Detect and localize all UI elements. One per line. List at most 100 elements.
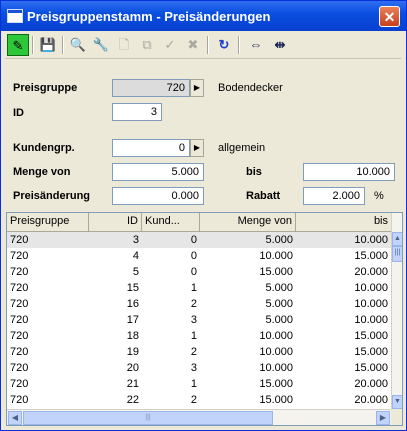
scroll-down-button[interactable]: ▼ [392, 395, 402, 409]
preisgruppe-label: Preisgruppe [13, 82, 78, 94]
cell-bis: 10.000 [354, 234, 388, 246]
title-bar[interactable]: Preisgruppenstamm - Preisänderungen ✕ [1, 1, 406, 31]
cell-kundengruppe: 0 [190, 234, 197, 246]
column-header-id[interactable]: ID [89, 213, 142, 231]
cell-preisgruppe: 720 [10, 314, 29, 326]
cell-menge-von: 5.000 [265, 234, 293, 246]
cell-id: 21 [126, 378, 139, 390]
wrench-icon[interactable]: 🔧 [90, 34, 112, 56]
apply-icon[interactable]: ✓ [159, 34, 181, 56]
vertical-scrollbar[interactable]: ▲ ||| ▼ [391, 213, 402, 409]
cell-menge-von: 5.000 [265, 314, 293, 326]
cell-preisgruppe: 720 [10, 282, 29, 294]
cell-id: 22 [126, 394, 139, 406]
binoculars-search-icon[interactable]: 🔍 [67, 34, 89, 56]
preisgruppe-description: Bodendecker [218, 82, 283, 94]
cell-menge-von: 10.000 [259, 250, 293, 262]
cell-kundengruppe: 1 [190, 282, 197, 294]
table-row[interactable]: 720 3 0 5.000 10.000 [7, 232, 391, 248]
table-row[interactable]: 720 4 0 10.000 15.000 [7, 248, 391, 264]
bis-field[interactable]: 10.000 [303, 163, 395, 181]
column-width-icon[interactable]: ⇔ [245, 34, 267, 56]
cell-kundengruppe: 2 [190, 346, 197, 358]
refresh-icon[interactable]: ↻ [213, 34, 235, 56]
cell-preisgruppe: 720 [10, 362, 29, 374]
cell-menge-von: 15.000 [259, 394, 293, 406]
cell-kundengruppe: 1 [190, 330, 197, 342]
table-row[interactable]: 720 22 2 15.000 20.000 [7, 392, 391, 408]
cell-id: 17 [126, 314, 139, 326]
cell-bis: 15.000 [354, 362, 388, 374]
horizontal-scroll-thumb[interactable]: ||| [23, 411, 273, 425]
table-row[interactable]: 720 16 2 5.000 10.000 [7, 296, 391, 312]
table-row[interactable]: 720 21 1 15.000 20.000 [7, 376, 391, 392]
preisgruppe-lookup-button[interactable]: ▶ [190, 79, 204, 97]
id-label: ID [13, 107, 24, 119]
table-row[interactable]: 720 5 0 15.000 20.000 [7, 264, 391, 280]
horizontal-scrollbar[interactable]: ◀ ||| ▶ [7, 409, 391, 425]
toolbar-separator [32, 36, 34, 54]
cell-id: 15 [126, 282, 139, 294]
copy-icon[interactable]: ⧉ [136, 34, 158, 56]
toolbar-separator [207, 36, 209, 54]
table-row[interactable]: 720 15 1 5.000 10.000 [7, 280, 391, 296]
cell-menge-von: 10.000 [259, 346, 293, 358]
cell-id: 20 [126, 362, 139, 374]
cell-preisgruppe: 720 [10, 378, 29, 390]
cell-kundengruppe: 1 [190, 378, 197, 390]
scroll-right-button[interactable]: ▶ [376, 411, 390, 425]
fit-columns-icon[interactable]: ⇹ [269, 34, 291, 56]
cell-menge-von: 10.000 [259, 362, 293, 374]
scroll-up-button[interactable]: ▲ [392, 232, 402, 246]
cell-bis: 20.000 [354, 394, 388, 406]
cell-menge-von: 10.000 [259, 330, 293, 342]
cell-preisgruppe: 720 [10, 234, 29, 246]
save-disk-icon[interactable]: 💾 [37, 34, 59, 56]
table-row[interactable]: 720 17 3 5.000 10.000 [7, 312, 391, 328]
cell-kundengruppe: 0 [190, 266, 197, 278]
cell-kundengruppe: 3 [190, 314, 197, 326]
close-button[interactable]: ✕ [379, 6, 400, 27]
delete-x-icon[interactable]: ✖ [182, 34, 204, 56]
cell-bis: 15.000 [354, 330, 388, 342]
menge-von-field[interactable]: 5.000 [112, 163, 204, 181]
id-field[interactable]: 3 [112, 103, 162, 121]
column-header-preisgruppe[interactable]: Preisgruppe [7, 213, 89, 231]
rabatt-field[interactable]: 2.000 [303, 187, 365, 205]
cell-preisgruppe: 720 [10, 250, 29, 262]
vertical-scroll-thumb[interactable]: ||| [392, 246, 402, 262]
cell-kundengruppe: 0 [190, 250, 197, 262]
preisaenderung-field[interactable]: 0.000 [112, 187, 204, 205]
cell-bis: 10.000 [354, 298, 388, 310]
column-header-bis[interactable]: bis [296, 213, 391, 231]
cell-id: 19 [126, 346, 139, 358]
edit-pencil-icon[interactable]: ✎ [7, 34, 29, 56]
scroll-left-button[interactable]: ◀ [8, 411, 22, 425]
cell-preisgruppe: 720 [10, 346, 29, 358]
cell-kundengruppe: 2 [190, 298, 197, 310]
preisgruppe-field[interactable]: 720 [112, 79, 190, 97]
cell-id: 18 [126, 330, 139, 342]
cell-id: 16 [126, 298, 139, 310]
table-header: Preisgruppe ID Kund... Menge von bis [7, 213, 391, 232]
cell-bis: 20.000 [354, 266, 388, 278]
cell-menge-von: 15.000 [259, 378, 293, 390]
table-row[interactable]: 720 20 3 10.000 15.000 [7, 360, 391, 376]
table-row[interactable]: 720 18 1 10.000 15.000 [7, 328, 391, 344]
cell-id: 5 [132, 266, 139, 278]
cell-kundengruppe: 3 [190, 362, 197, 374]
kundengrp-label: Kundengrp. [13, 142, 75, 154]
cell-menge-von: 5.000 [265, 298, 293, 310]
table-row[interactable]: 720 19 2 10.000 15.000 [7, 344, 391, 360]
column-header-kundengruppe[interactable]: Kund... [142, 213, 200, 231]
cell-bis: 15.000 [354, 346, 388, 358]
kundengrp-lookup-button[interactable]: ▶ [190, 139, 204, 157]
toolbar-separator [62, 36, 64, 54]
kundengrp-field[interactable]: 0 [112, 139, 190, 157]
cell-menge-von: 15.000 [259, 266, 293, 278]
cell-bis: 15.000 [354, 250, 388, 262]
column-header-menge-von[interactable]: Menge von [200, 213, 296, 231]
cell-bis: 20.000 [354, 378, 388, 390]
cell-id: 3 [132, 234, 139, 246]
new-document-icon[interactable]: 🗋 [113, 34, 135, 56]
